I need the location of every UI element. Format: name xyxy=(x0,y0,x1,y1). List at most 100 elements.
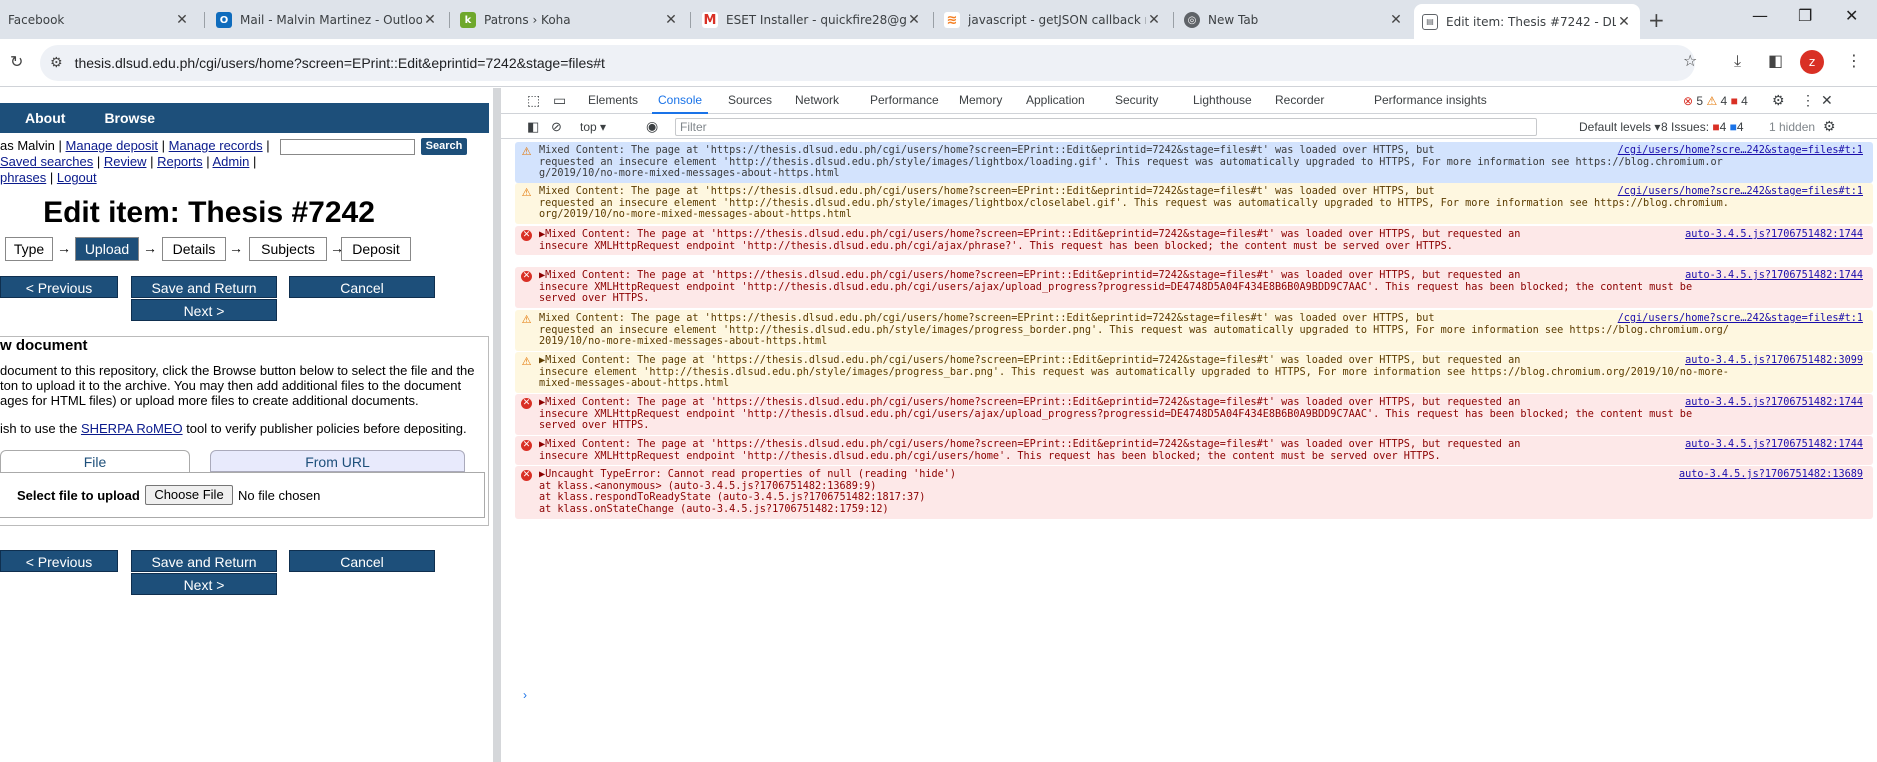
console-message[interactable]: ⚠ /cgi/users/home?scre…242&stage=files#t:… xyxy=(515,142,1873,184)
sidebar-toggle-icon[interactable]: ◧ xyxy=(527,119,539,135)
devtools-tab-console[interactable]: Console xyxy=(651,93,709,114)
new-tab-plus-icon[interactable]: + xyxy=(1648,8,1665,32)
stage-deposit[interactable]: Deposit xyxy=(341,237,411,261)
menu-about[interactable]: About xyxy=(25,110,65,126)
save-and-return-button-bottom[interactable]: Save and Return xyxy=(131,550,277,572)
cancel-button-bottom[interactable]: Cancel xyxy=(289,550,435,572)
choose-file-button[interactable]: Choose File xyxy=(145,485,233,505)
devtools-tab-sources[interactable]: Sources xyxy=(728,93,772,107)
stage-type[interactable]: Type xyxy=(5,237,53,261)
source-link[interactable]: auto-3.4.5.js?1706751482:1744 xyxy=(1685,229,1863,241)
inspect-element-icon[interactable]: ⬚ xyxy=(527,92,540,109)
link-review[interactable]: Review xyxy=(104,154,147,169)
console-message[interactable]: ✕ auto-3.4.5.js?1706751482:1744 ▶Mixed Con… xyxy=(515,267,1873,309)
tab-gmail[interactable]: M ESET Installer - quickfire28@gmail.com… xyxy=(694,4,930,36)
console-message[interactable]: ⚠ auto-3.4.5.js?1706751482:3099 ▶Mixed Con… xyxy=(515,352,1873,394)
console-settings-icon[interactable]: ⚙ xyxy=(1823,118,1836,135)
close-icon[interactable]: ✕ xyxy=(1388,12,1404,28)
eye-icon[interactable]: ◉ xyxy=(646,118,658,135)
kebab-menu-icon[interactable]: ⋮ xyxy=(1846,51,1862,70)
devtools-tab-security[interactable]: Security xyxy=(1115,93,1158,107)
link-admin[interactable]: Admin xyxy=(213,154,250,169)
devtools-tab-recorder[interactable]: Recorder xyxy=(1275,93,1324,107)
source-link[interactable]: auto-3.4.5.js?1706751482:1744 xyxy=(1685,439,1863,451)
tab-edit-item[interactable]: ▤ Edit item: Thesis #7242 - DLSU... ✕ xyxy=(1414,4,1640,39)
bookmark-star-icon[interactable]: ☆ xyxy=(1683,51,1697,70)
save-and-return-button[interactable]: Save and Return xyxy=(131,276,277,298)
devtools-tab-network[interactable]: Network xyxy=(795,93,839,107)
site-search-input[interactable] xyxy=(280,139,415,155)
link-reports[interactable]: Reports xyxy=(157,154,203,169)
device-toolbar-icon[interactable]: ▭ xyxy=(553,92,566,109)
link-manage-deposit[interactable]: Manage deposit xyxy=(66,138,159,153)
cancel-button[interactable]: Cancel xyxy=(289,276,435,298)
gear-icon[interactable]: ⚙ xyxy=(1772,92,1785,109)
restore-icon[interactable]: ❐ xyxy=(1798,6,1812,25)
console-message[interactable]: ✕ auto-3.4.5.js?1706751482:1744 ▶Mixed Con… xyxy=(515,226,1873,256)
link-phrases[interactable]: phrases xyxy=(0,170,46,185)
devtools-tab-memory[interactable]: Memory xyxy=(959,93,1002,107)
window-close-icon[interactable]: ✕ xyxy=(1845,6,1858,25)
close-icon[interactable]: ✕ xyxy=(422,12,438,28)
tab-outlook[interactable]: O Mail - Malvin Martinez - Outlook ✕ xyxy=(208,4,446,36)
console-prompt[interactable]: › xyxy=(523,688,527,702)
console-message[interactable]: ✕ auto-3.4.5.js?1706751482:13689 ▶Uncaught… xyxy=(515,466,1873,519)
close-icon[interactable]: ✕ xyxy=(906,12,922,28)
tab-from-url[interactable]: From URL xyxy=(210,450,465,472)
stage-upload[interactable]: Upload xyxy=(75,237,139,261)
previous-button-bottom[interactable]: < Previous xyxy=(0,550,118,572)
source-link[interactable]: auto-3.4.5.js?1706751482:3099 xyxy=(1685,355,1863,367)
tab-stackoverflow[interactable]: ≋ javascript - getJSON callback not... ✕ xyxy=(936,4,1170,36)
close-icon[interactable]: ✕ xyxy=(174,12,190,28)
devtools-tab-lighthouse[interactable]: Lighthouse xyxy=(1193,93,1252,107)
tab-new-tab[interactable]: ◎ New Tab ✕ xyxy=(1176,4,1412,36)
next-button-bottom[interactable]: Next > xyxy=(131,573,277,595)
source-link[interactable]: auto-3.4.5.js?1706751482:1744 xyxy=(1685,397,1863,409)
devtools-tab-application[interactable]: Application xyxy=(1026,93,1085,107)
clear-console-icon[interactable]: ⊘ xyxy=(551,119,562,135)
link-logout[interactable]: Logout xyxy=(57,170,97,185)
sherpa-romeo-link[interactable]: SHERPA RoMEO xyxy=(81,421,183,436)
source-link[interactable]: /cgi/users/home?scre…242&stage=files#t:1 xyxy=(1618,313,1863,325)
tab-facebook[interactable]: Facebook ✕ xyxy=(0,4,198,36)
context-selector[interactable]: top ▾ xyxy=(580,120,606,134)
source-link[interactable]: /cgi/users/home?scre…242&stage=files#t:1 xyxy=(1618,186,1863,198)
next-button[interactable]: Next > xyxy=(131,299,277,321)
link-manage-records[interactable]: Manage records xyxy=(169,138,263,153)
minimize-icon[interactable]: — xyxy=(1752,6,1768,25)
log-levels-dropdown[interactable]: Default levels ▾ xyxy=(1579,120,1660,134)
site-search-button[interactable]: Search xyxy=(421,138,467,155)
menu-browse[interactable]: Browse xyxy=(104,110,155,126)
source-link[interactable]: auto-3.4.5.js?1706751482:1744 xyxy=(1685,270,1863,282)
previous-button[interactable]: < Previous xyxy=(0,276,118,298)
link-saved-searches[interactable]: Saved searches xyxy=(0,154,93,169)
tab-file[interactable]: File xyxy=(0,450,190,472)
close-icon[interactable]: ✕ xyxy=(1146,12,1162,28)
source-link[interactable]: /cgi/users/home?scre…242&stage=files#t:1 xyxy=(1618,145,1863,157)
tab-koha[interactable]: k Patrons › Koha ✕ xyxy=(452,4,687,36)
site-settings-icon[interactable]: ⚙ xyxy=(50,55,63,71)
devtools-tab-performance-insights[interactable]: Performance insights xyxy=(1374,93,1487,107)
avatar[interactable]: z xyxy=(1800,50,1824,74)
devtools-tab-performance[interactable]: Performance xyxy=(870,93,939,107)
console-message[interactable]: ⚠ /cgi/users/home?scre…242&stage=files#t:… xyxy=(515,183,1873,225)
console-filter-input[interactable]: Filter xyxy=(675,118,1537,136)
download-icon[interactable]: ⤓ xyxy=(1734,51,1741,71)
kebab-menu-icon[interactable]: ⋮ xyxy=(1801,92,1815,109)
close-icon[interactable]: ✕ xyxy=(1616,14,1632,30)
console-message[interactable]: ✕ auto-3.4.5.js?1706751482:1744 ▶Mixed Con… xyxy=(515,394,1873,436)
address-bar[interactable]: ⚙ thesis.dlsud.edu.ph/cgi/users/home?scr… xyxy=(40,45,1695,81)
close-icon[interactable]: ✕ xyxy=(663,12,679,28)
console-message[interactable]: ⚠ /cgi/users/home?scre…242&stage=files#t:… xyxy=(515,310,1873,352)
console-message[interactable]: ✕ auto-3.4.5.js?1706751482:1744 ▶Mixed Con… xyxy=(515,436,1873,466)
stage-details[interactable]: Details xyxy=(162,237,226,261)
error-counter[interactable]: ⊗ 5 ⚠ 4 ■ 4 xyxy=(1683,94,1748,108)
devtools-tab-elements[interactable]: Elements xyxy=(588,93,638,107)
close-icon[interactable]: ✕ xyxy=(1821,92,1833,109)
side-panel-icon[interactable]: ◧ xyxy=(1768,51,1783,70)
devtools-splitter[interactable] xyxy=(493,88,501,762)
reload-icon[interactable]: ↻ xyxy=(10,52,23,71)
issues-button[interactable]: 8 Issues: ■4 ■4 xyxy=(1661,120,1744,134)
source-link[interactable]: auto-3.4.5.js?1706751482:13689 xyxy=(1679,469,1863,481)
stage-subjects[interactable]: Subjects xyxy=(249,237,327,261)
